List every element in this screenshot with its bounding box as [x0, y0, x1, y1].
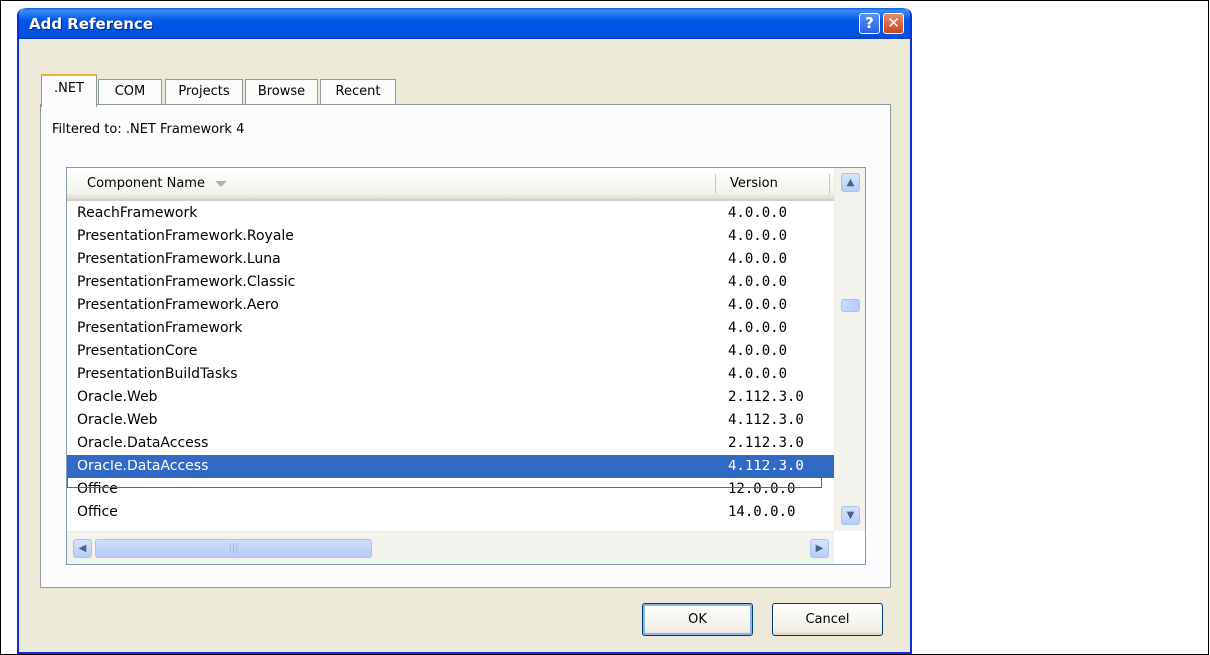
sort-descending-icon	[214, 180, 227, 187]
vertical-scroll-thumb[interactable]	[841, 299, 860, 312]
scroll-left-icon[interactable]: ◀	[73, 539, 92, 558]
component-name-label: Component Name	[87, 176, 205, 191]
filter-label: Filtered to: .NET Framework 4	[52, 122, 245, 137]
cancel-button[interactable]: Cancel	[772, 603, 883, 636]
add-reference-dialog: Add Reference ? ✕ .NET COM Projects Brow…	[17, 8, 912, 654]
scroll-down-icon[interactable]: ▼	[841, 506, 860, 525]
component-name: Office	[77, 481, 118, 497]
list-header: Component Name Version	[67, 168, 834, 201]
component-version: 2.112.3.0	[728, 389, 804, 405]
component-name: PresentationCore	[77, 343, 198, 359]
component-version: 2.112.3.0	[728, 435, 804, 451]
component-name: Office	[77, 504, 118, 520]
list-item[interactable]: Office 12.0.0.0	[67, 478, 834, 501]
component-name: PresentationFramework.Luna	[77, 251, 281, 267]
component-name: Oracle.Web	[77, 412, 158, 428]
component-version: 14.0.0.0	[728, 504, 796, 520]
component-list[interactable]: Component Name Version ReachFramework 4.0…	[66, 167, 866, 565]
list-item[interactable]: PresentationFramework.Luna 4.0.0.0	[67, 248, 834, 271]
list-item-selected[interactable]: Oracle.DataAccess 4.112.3.0	[67, 455, 834, 478]
tab-dotnet[interactable]: .NET	[41, 74, 97, 107]
component-version: 4.0.0.0	[728, 274, 788, 290]
component-version: 4.0.0.0	[728, 228, 788, 244]
tab-panel: Filtered to: .NET Framework 4 Component …	[40, 104, 891, 588]
component-version: 4.0.0.0	[728, 366, 788, 382]
help-button[interactable]: ?	[859, 13, 880, 34]
column-header-version[interactable]: Version	[730, 176, 778, 191]
list-item[interactable]: Office 14.0.0.0	[67, 501, 834, 524]
component-name: Oracle.Web	[77, 389, 158, 405]
tab-browse[interactable]: Browse	[245, 79, 318, 105]
component-version: 4.0.0.0	[728, 205, 788, 221]
column-header-component-name[interactable]: Component Name	[87, 176, 227, 191]
list-item[interactable]: PresentationBuildTasks 4.0.0.0	[67, 363, 834, 386]
tab-projects[interactable]: Projects	[165, 79, 243, 105]
dialog-title: Add Reference	[29, 15, 154, 33]
component-version: 4.0.0.0	[728, 297, 788, 313]
list-item[interactable]: PresentationFramework 4.0.0.0	[67, 317, 834, 340]
component-version: 4.0.0.0	[728, 343, 788, 359]
scroll-up-icon[interactable]: ▲	[841, 173, 860, 192]
horizontal-scrollbar[interactable]: ◀ ||| ▶	[67, 531, 834, 564]
component-version: 4.0.0.0	[728, 251, 788, 267]
list-item[interactable]: Oracle.Web 2.112.3.0	[67, 386, 834, 409]
component-version: 4.0.0.0	[728, 320, 788, 336]
title-bar[interactable]: Add Reference ? ✕	[19, 8, 910, 39]
list-item[interactable]: ReachFramework 4.0.0.0	[67, 202, 834, 225]
close-button[interactable]: ✕	[883, 13, 904, 34]
scroll-right-icon[interactable]: ▶	[810, 539, 829, 558]
list-item[interactable]: Oracle.Web 4.112.3.0	[67, 409, 834, 432]
horizontal-scroll-thumb[interactable]: |||	[95, 539, 372, 558]
column-divider[interactable]	[715, 174, 716, 194]
list-item[interactable]: PresentationFramework.Royale 4.0.0.0	[67, 225, 834, 248]
component-name: PresentationFramework.Classic	[77, 274, 296, 290]
component-name: PresentationFramework.Aero	[77, 297, 279, 313]
component-name: ReachFramework	[77, 205, 198, 221]
list-item[interactable]: PresentationFramework.Aero 4.0.0.0	[67, 294, 834, 317]
component-version: 12.0.0.0	[728, 481, 796, 497]
list-item[interactable]: PresentationCore 4.0.0.0	[67, 340, 834, 363]
component-name: Oracle.DataAccess	[77, 435, 209, 451]
component-name: PresentationFramework	[77, 320, 243, 336]
component-version: 4.112.3.0	[728, 458, 804, 474]
component-name: Oracle.DataAccess	[77, 458, 209, 474]
vertical-scrollbar[interactable]: ▲ ▼	[834, 168, 865, 531]
list-rows: ReachFramework 4.0.0.0 PresentationFramew…	[67, 202, 834, 524]
list-item[interactable]: PresentationFramework.Classic 4.0.0.0	[67, 271, 834, 294]
list-item[interactable]: Oracle.DataAccess 2.112.3.0	[67, 432, 834, 455]
component-name: PresentationFramework.Royale	[77, 228, 294, 244]
ok-button[interactable]: OK	[642, 603, 753, 636]
component-name: PresentationBuildTasks	[77, 366, 238, 382]
tab-com[interactable]: COM	[98, 79, 162, 105]
tab-recent[interactable]: Recent	[320, 79, 396, 105]
column-divider[interactable]	[829, 174, 830, 194]
component-version: 4.112.3.0	[728, 412, 804, 428]
